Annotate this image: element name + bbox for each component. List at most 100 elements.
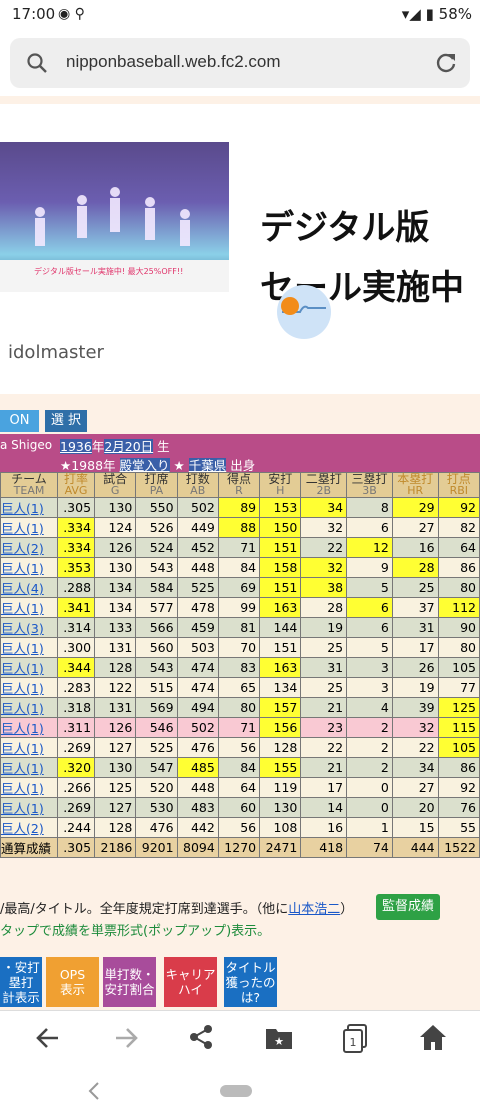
table-row[interactable]: 巨人(1) .311 126 546 502 71 156 23 2 32 115 bbox=[0, 717, 480, 738]
table-row[interactable]: 巨人(1) .269 127 525 476 56 128 22 2 22 105 bbox=[0, 737, 480, 758]
stat-cell-rbi: 92 bbox=[437, 777, 480, 798]
advertisement[interactable]: デジタル版セール実施中! 最大25%OFF!! デジタル版 セール実施中 ido… bbox=[0, 104, 480, 394]
related-player-link[interactable]: 山本浩二 bbox=[288, 902, 340, 917]
table-row[interactable]: 巨人(1) .283 122 515 474 65 134 25 3 19 77 bbox=[0, 677, 480, 698]
share-icon[interactable] bbox=[188, 1023, 216, 1051]
table-row[interactable]: 巨人(2) .334 126 524 452 71 151 22 12 16 64 bbox=[0, 537, 480, 558]
table-row[interactable]: 巨人(1) .353 130 543 448 84 158 32 9 28 86 bbox=[0, 557, 480, 578]
hof-link[interactable]: 殿堂入り bbox=[119, 458, 170, 473]
stat-cell-ab: 483 bbox=[176, 797, 219, 818]
team-link[interactable]: 巨人(1) bbox=[0, 557, 58, 578]
note-text: /最高/タイトル。全年度規定打席到達選手。（他に bbox=[0, 902, 289, 917]
column-header-en: TEAM bbox=[13, 484, 45, 497]
bookmarks-icon[interactable]: ★ bbox=[264, 1023, 294, 1051]
team-link[interactable]: 巨人(1) bbox=[0, 657, 58, 678]
total-cell-pa: 9201 bbox=[135, 837, 178, 858]
select-button[interactable]: 選 択 bbox=[45, 410, 87, 432]
table-row[interactable]: 巨人(1) .269 127 530 483 60 130 14 0 20 76 bbox=[0, 797, 480, 818]
birth-year-link[interactable]: 1936 bbox=[60, 439, 92, 454]
feature-tile-button[interactable]: OPS 表示 bbox=[46, 957, 99, 1007]
stat-cell-avg: .244 bbox=[56, 817, 96, 838]
stat-cell-h: 108 bbox=[259, 817, 302, 838]
career-total-label: 通算成績 bbox=[0, 837, 58, 858]
stat-cell-r: 89 bbox=[217, 497, 261, 518]
stat-cell-b2: 21 bbox=[300, 757, 348, 778]
table-row[interactable]: 巨人(1) .334 124 526 449 88 150 32 6 27 82 bbox=[0, 517, 480, 538]
total-cell-hr: 444 bbox=[391, 837, 439, 858]
stat-cell-h: 144 bbox=[259, 617, 302, 638]
address-bar[interactable]: nipponbaseball.web.fc2.com bbox=[10, 38, 470, 88]
home-icon[interactable] bbox=[418, 1023, 448, 1051]
system-back-icon[interactable] bbox=[86, 1080, 102, 1102]
table-row[interactable]: 巨人(1) .344 128 543 474 83 163 31 3 26 105 bbox=[0, 657, 480, 678]
stat-cell-g: 126 bbox=[94, 717, 137, 738]
stat-cell-b3: 9 bbox=[346, 557, 393, 578]
ad-choices-icon[interactable] bbox=[276, 284, 332, 340]
table-row[interactable]: 巨人(1) .266 125 520 448 64 119 17 0 27 92 bbox=[0, 777, 480, 798]
birth-date-link[interactable]: 2月20日 bbox=[104, 439, 154, 454]
team-link[interactable]: 巨人(1) bbox=[0, 797, 58, 818]
feature-tile-button[interactable]: タイトル 獲ったの は? bbox=[224, 957, 277, 1007]
total-cell-h: 2471 bbox=[259, 837, 302, 858]
stat-cell-h: 128 bbox=[259, 737, 302, 758]
stat-cell-ab: 459 bbox=[176, 617, 219, 638]
reload-icon[interactable] bbox=[434, 51, 458, 75]
stat-cell-r: 56 bbox=[217, 737, 261, 758]
system-home-pill[interactable] bbox=[220, 1085, 252, 1097]
table-row[interactable]: 巨人(2) .244 128 476 442 56 108 16 1 15 55 bbox=[0, 817, 480, 838]
stat-cell-g: 134 bbox=[94, 597, 137, 618]
table-row[interactable]: 巨人(1) .318 131 569 494 80 157 21 4 39 125 bbox=[0, 697, 480, 718]
table-row[interactable]: 巨人(1) .300 131 560 503 70 151 25 5 17 80 bbox=[0, 637, 480, 658]
team-link[interactable]: 巨人(3) bbox=[0, 617, 58, 638]
table-row[interactable]: 巨人(3) .314 133 566 459 81 144 19 6 31 90 bbox=[0, 617, 480, 638]
team-link[interactable]: 巨人(4) bbox=[0, 577, 58, 598]
table-row[interactable]: 巨人(4) .288 134 584 525 69 151 38 5 25 80 bbox=[0, 577, 480, 598]
team-link[interactable]: 巨人(1) bbox=[0, 497, 58, 518]
stat-cell-rbi: 80 bbox=[437, 577, 480, 598]
table-row[interactable]: 巨人(1) .320 130 547 485 84 155 21 2 34 86 bbox=[0, 757, 480, 778]
stat-cell-pa: 547 bbox=[135, 757, 178, 778]
stat-cell-b2: 31 bbox=[300, 657, 348, 678]
on-toggle-button[interactable]: ON bbox=[0, 410, 39, 432]
stat-cell-b3: 5 bbox=[346, 637, 393, 658]
tabs-icon[interactable]: 1 bbox=[342, 1023, 370, 1053]
back-icon[interactable] bbox=[34, 1025, 62, 1051]
column-header-en: HR bbox=[407, 484, 424, 497]
ad-image[interactable]: デジタル版セール実施中! 最大25%OFF!! bbox=[0, 142, 229, 292]
prefecture-link[interactable]: 千葉県 bbox=[188, 458, 227, 473]
table-row[interactable]: 巨人(1) .305 130 550 502 89 153 34 8 29 92 bbox=[0, 497, 480, 518]
table-row[interactable]: 巨人(1) .341 134 577 478 99 163 28 6 37 112 bbox=[0, 597, 480, 618]
team-link[interactable]: 巨人(2) bbox=[0, 817, 58, 838]
stat-cell-ab: 485 bbox=[176, 757, 219, 778]
column-header: 得点 R bbox=[217, 472, 261, 498]
team-link[interactable]: 巨人(1) bbox=[0, 717, 58, 738]
stat-cell-h: 151 bbox=[259, 577, 302, 598]
feature-tile-button[interactable]: 単打数・ 安打割合 bbox=[103, 957, 156, 1007]
team-link[interactable]: 巨人(1) bbox=[0, 517, 58, 538]
team-link[interactable]: 巨人(1) bbox=[0, 597, 58, 618]
stat-cell-rbi: 92 bbox=[437, 497, 480, 518]
stat-cell-pa: 584 bbox=[135, 577, 178, 598]
team-link[interactable]: 巨人(1) bbox=[0, 777, 58, 798]
forward-icon[interactable] bbox=[112, 1025, 140, 1051]
feature-tile-button[interactable]: ・安打 塁打 計表示 bbox=[0, 957, 42, 1007]
stat-cell-avg: .300 bbox=[56, 637, 96, 658]
stat-cell-h: 163 bbox=[259, 657, 302, 678]
stat-cell-hr: 31 bbox=[391, 617, 439, 638]
team-link[interactable]: 巨人(1) bbox=[0, 637, 58, 658]
team-link[interactable]: 巨人(2) bbox=[0, 537, 58, 558]
team-link[interactable]: 巨人(1) bbox=[0, 697, 58, 718]
stat-cell-hr: 27 bbox=[391, 777, 439, 798]
manager-stats-button[interactable]: 監督成績 bbox=[376, 894, 440, 920]
team-link[interactable]: 巨人(1) bbox=[0, 737, 58, 758]
team-link[interactable]: 巨人(1) bbox=[0, 757, 58, 778]
feature-tile-button[interactable]: キャリア ハイ bbox=[164, 957, 217, 1007]
stat-cell-r: 81 bbox=[217, 617, 261, 638]
team-link[interactable]: 巨人(1) bbox=[0, 677, 58, 698]
stat-cell-b2: 25 bbox=[300, 637, 348, 658]
stat-cell-h: 151 bbox=[259, 637, 302, 658]
stat-cell-h: 134 bbox=[259, 677, 302, 698]
battery-indicator: ▾◢ ▮ 58% bbox=[402, 5, 472, 23]
total-cell-avg: .305 bbox=[56, 837, 96, 858]
column-header-en: 2B bbox=[316, 484, 332, 497]
